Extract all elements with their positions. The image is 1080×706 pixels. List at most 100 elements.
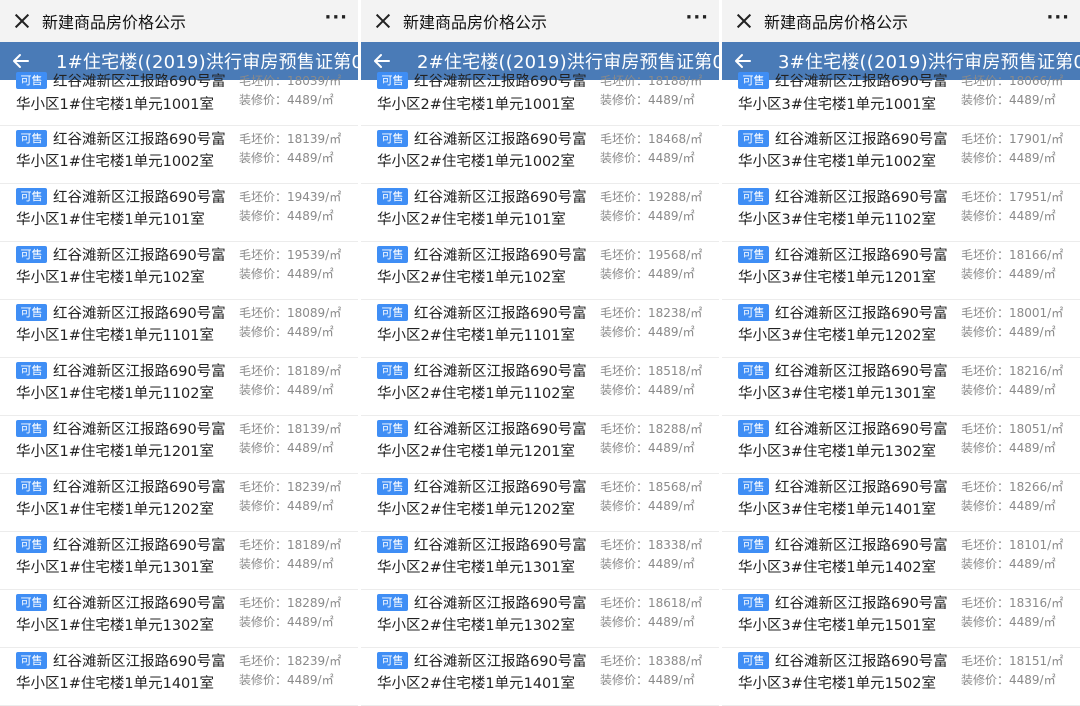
list-item[interactable]: 可售 红谷滩新区江报路690号富 毛坯价：18288/㎡ 华小区2#住宅楼1单元120…	[361, 416, 719, 474]
status-badge: 可售	[377, 536, 408, 553]
address-line-2: 华小区2#住宅楼1单元1202室	[377, 502, 576, 518]
list-item[interactable]: 可售 红谷滩新区江报路690号富 毛坯价：18188/㎡ 华小区2#住宅楼1单元100…	[361, 72, 719, 126]
list-item[interactable]: 可售 红谷滩新区江报路690号富 毛坯价：18189/㎡ 华小区1#住宅楼1单元110…	[0, 358, 358, 416]
address-line-2: 华小区3#住宅楼1单元1402室	[738, 560, 937, 576]
list-item[interactable]: 可售 红谷滩新区江报路690号富 毛坯价：17901/㎡ 华小区3#住宅楼1单元100…	[722, 126, 1080, 184]
list-item[interactable]: 可售 红谷滩新区江报路690号富 毛坯价：18039/㎡ 华小区1#住宅楼1单元100…	[0, 72, 358, 126]
address-line-1: 红谷滩新区江报路690号富	[775, 596, 948, 612]
rough-price: 毛坯价：18468/㎡	[600, 132, 703, 146]
close-icon[interactable]	[734, 11, 754, 31]
address-line-1: 红谷滩新区江报路690号富	[775, 538, 948, 554]
rough-price: 毛坯价：17901/㎡	[961, 132, 1064, 146]
price-list: 可售 红谷滩新区江报路690号富 毛坯价：18066/㎡ 华小区3#住宅楼1单元100…	[722, 72, 1080, 706]
address-line-1: 红谷滩新区江报路690号富	[53, 190, 226, 206]
rough-price: 毛坯价：18568/㎡	[600, 480, 703, 494]
address-line-1: 红谷滩新区江报路690号富	[414, 364, 587, 380]
address-line-1: 红谷滩新区江报路690号富	[414, 190, 587, 206]
address-line-1: 红谷滩新区江报路690号富	[414, 132, 587, 148]
list-item[interactable]: 可售 红谷滩新区江报路690号富 毛坯价：19539/㎡ 华小区1#住宅楼1单元102…	[0, 242, 358, 300]
list-item[interactable]: 可售 红谷滩新区江报路690号富 毛坯价：19568/㎡ 华小区2#住宅楼1单元102…	[361, 242, 719, 300]
phone-panel-3: 新建商品房价格公示 ··· 3#住宅楼((2019)洪行审房预售证第05 可售 红谷滩新…	[722, 0, 1080, 706]
list-item[interactable]: 可售 红谷滩新区江报路690号富 毛坯价：18468/㎡ 华小区2#住宅楼1单元100…	[361, 126, 719, 184]
close-icon[interactable]	[12, 11, 32, 31]
address-line-2: 华小区1#住宅楼1单元1201室	[16, 444, 215, 460]
list-item[interactable]: 可售 红谷滩新区江报路690号富 毛坯价：19288/㎡ 华小区2#住宅楼1单元101…	[361, 184, 719, 242]
list-item[interactable]: 可售 红谷滩新区江报路690号富 毛坯价：18189/㎡ 华小区1#住宅楼1单元130…	[0, 532, 358, 590]
rough-price: 毛坯价：18066/㎡	[961, 74, 1064, 88]
list-item[interactable]: 可售 红谷滩新区江报路690号富 毛坯价：19439/㎡ 华小区1#住宅楼1单元101…	[0, 184, 358, 242]
address-line-1: 红谷滩新区江报路690号富	[53, 480, 226, 496]
status-badge: 可售	[16, 478, 47, 495]
status-badge: 可售	[16, 536, 47, 553]
decoration-price: 装修价：4489/㎡	[961, 499, 1056, 513]
status-badge: 可售	[738, 362, 769, 379]
list-item[interactable]: 可售 红谷滩新区江报路690号富 毛坯价：18289/㎡ 华小区1#住宅楼1单元130…	[0, 590, 358, 648]
address-line-2: 华小区3#住宅楼1单元1302室	[738, 444, 937, 460]
list-item[interactable]: 可售 红谷滩新区江报路690号富 毛坯价：18001/㎡ 华小区3#住宅楼1单元120…	[722, 300, 1080, 358]
status-badge: 可售	[377, 478, 408, 495]
address-line-2: 华小区2#住宅楼1单元102室	[377, 270, 566, 286]
rough-price: 毛坯价：18388/㎡	[600, 654, 703, 668]
list-item[interactable]: 可售 红谷滩新区江报路690号富 毛坯价：18618/㎡ 华小区2#住宅楼1单元130…	[361, 590, 719, 648]
address-line-1: 红谷滩新区江报路690号富	[414, 654, 587, 670]
close-icon[interactable]	[373, 11, 393, 31]
more-icon[interactable]: ···	[685, 9, 709, 29]
list-item[interactable]: 可售 红谷滩新区江报路690号富 毛坯价：18139/㎡ 华小区1#住宅楼1单元120…	[0, 416, 358, 474]
address-line-1: 红谷滩新区江报路690号富	[53, 422, 226, 438]
address-line-1: 红谷滩新区江报路690号富	[775, 74, 948, 90]
decoration-price: 装修价：4489/㎡	[961, 383, 1056, 397]
list-item[interactable]: 可售 红谷滩新区江报路690号富 毛坯价：18316/㎡ 华小区3#住宅楼1单元150…	[722, 590, 1080, 648]
list-item[interactable]: 可售 红谷滩新区江报路690号富 毛坯价：18139/㎡ 华小区1#住宅楼1单元100…	[0, 126, 358, 184]
rough-price: 毛坯价：18238/㎡	[600, 306, 703, 320]
list-item[interactable]: 可售 红谷滩新区江报路690号富 毛坯价：18216/㎡ 华小区3#住宅楼1单元130…	[722, 358, 1080, 416]
address-line-2: 华小区2#住宅楼1单元101室	[377, 212, 566, 228]
address-line-2: 华小区3#住宅楼1单元1002室	[738, 154, 937, 170]
rough-price: 毛坯价：18338/㎡	[600, 538, 703, 552]
decoration-price: 装修价：4489/㎡	[239, 673, 334, 687]
decoration-price: 装修价：4489/㎡	[961, 325, 1056, 339]
list-item[interactable]: 可售 红谷滩新区江报路690号富 毛坯价：18051/㎡ 华小区3#住宅楼1单元130…	[722, 416, 1080, 474]
status-badge: 可售	[738, 130, 769, 147]
address-line-1: 红谷滩新区江报路690号富	[414, 422, 587, 438]
list-item[interactable]: 可售 红谷滩新区江报路690号富 毛坯价：18151/㎡ 华小区3#住宅楼1单元150…	[722, 648, 1080, 706]
rough-price: 毛坯价：18189/㎡	[239, 364, 342, 378]
more-icon[interactable]: ···	[324, 9, 348, 29]
address-line-2: 华小区3#住宅楼1单元1301室	[738, 386, 937, 402]
address-line-1: 红谷滩新区江报路690号富	[53, 364, 226, 380]
address-line-1: 红谷滩新区江报路690号富	[53, 596, 226, 612]
status-badge: 可售	[16, 652, 47, 669]
phone-panel-2: 新建商品房价格公示 ··· 2#住宅楼((2019)洪行审房预售证第05 可售 红谷滩新…	[361, 0, 719, 706]
list-item[interactable]: 可售 红谷滩新区江报路690号富 毛坯价：18089/㎡ 华小区1#住宅楼1单元110…	[0, 300, 358, 358]
decoration-price: 装修价：4489/㎡	[239, 151, 334, 165]
decoration-price: 装修价：4489/㎡	[239, 267, 334, 281]
list-item[interactable]: 可售 红谷滩新区江报路690号富 毛坯价：18166/㎡ 华小区3#住宅楼1单元120…	[722, 242, 1080, 300]
address-line-1: 红谷滩新区江报路690号富	[414, 306, 587, 322]
list-item[interactable]: 可售 红谷滩新区江报路690号富 毛坯价：18568/㎡ 华小区2#住宅楼1单元120…	[361, 474, 719, 532]
rough-price: 毛坯价：17951/㎡	[961, 190, 1064, 204]
status-badge: 可售	[738, 246, 769, 263]
list-item[interactable]: 可售 红谷滩新区江报路690号富 毛坯价：18266/㎡ 华小区3#住宅楼1单元140…	[722, 474, 1080, 532]
list-item[interactable]: 可售 红谷滩新区江报路690号富 毛坯价：18238/㎡ 华小区2#住宅楼1单元110…	[361, 300, 719, 358]
rough-price: 毛坯价：18216/㎡	[961, 364, 1064, 378]
list-item[interactable]: 可售 红谷滩新区江报路690号富 毛坯价：18338/㎡ 华小区2#住宅楼1单元130…	[361, 532, 719, 590]
address-line-2: 华小区3#住宅楼1单元1001室	[738, 97, 937, 113]
list-item[interactable]: 可售 红谷滩新区江报路690号富 毛坯价：18239/㎡ 华小区1#住宅楼1单元120…	[0, 474, 358, 532]
decoration-price: 装修价：4489/㎡	[239, 93, 334, 107]
decoration-price: 装修价：4489/㎡	[961, 615, 1056, 629]
list-item[interactable]: 可售 红谷滩新区江报路690号富 毛坯价：18239/㎡ 华小区1#住宅楼1单元140…	[0, 648, 358, 706]
rough-price: 毛坯价：19568/㎡	[600, 248, 703, 262]
list-item[interactable]: 可售 红谷滩新区江报路690号富 毛坯价：17951/㎡ 华小区3#住宅楼1单元110…	[722, 184, 1080, 242]
address-line-1: 红谷滩新区江报路690号富	[775, 654, 948, 670]
status-badge: 可售	[16, 72, 47, 89]
list-item[interactable]: 可售 红谷滩新区江报路690号富 毛坯价：18101/㎡ 华小区3#住宅楼1单元140…	[722, 532, 1080, 590]
list-item[interactable]: 可售 红谷滩新区江报路690号富 毛坯价：18518/㎡ 华小区2#住宅楼1单元110…	[361, 358, 719, 416]
window-topbar: 新建商品房价格公示 ···	[722, 0, 1080, 42]
decoration-price: 装修价：4489/㎡	[600, 151, 695, 165]
decoration-price: 装修价：4489/㎡	[600, 325, 695, 339]
decoration-price: 装修价：4489/㎡	[961, 267, 1056, 281]
address-line-1: 红谷滩新区江报路690号富	[53, 132, 226, 148]
status-badge: 可售	[377, 652, 408, 669]
list-item[interactable]: 可售 红谷滩新区江报路690号富 毛坯价：18066/㎡ 华小区3#住宅楼1单元100…	[722, 72, 1080, 126]
more-icon[interactable]: ···	[1046, 9, 1070, 29]
list-item[interactable]: 可售 红谷滩新区江报路690号富 毛坯价：18388/㎡ 华小区2#住宅楼1单元140…	[361, 648, 719, 706]
